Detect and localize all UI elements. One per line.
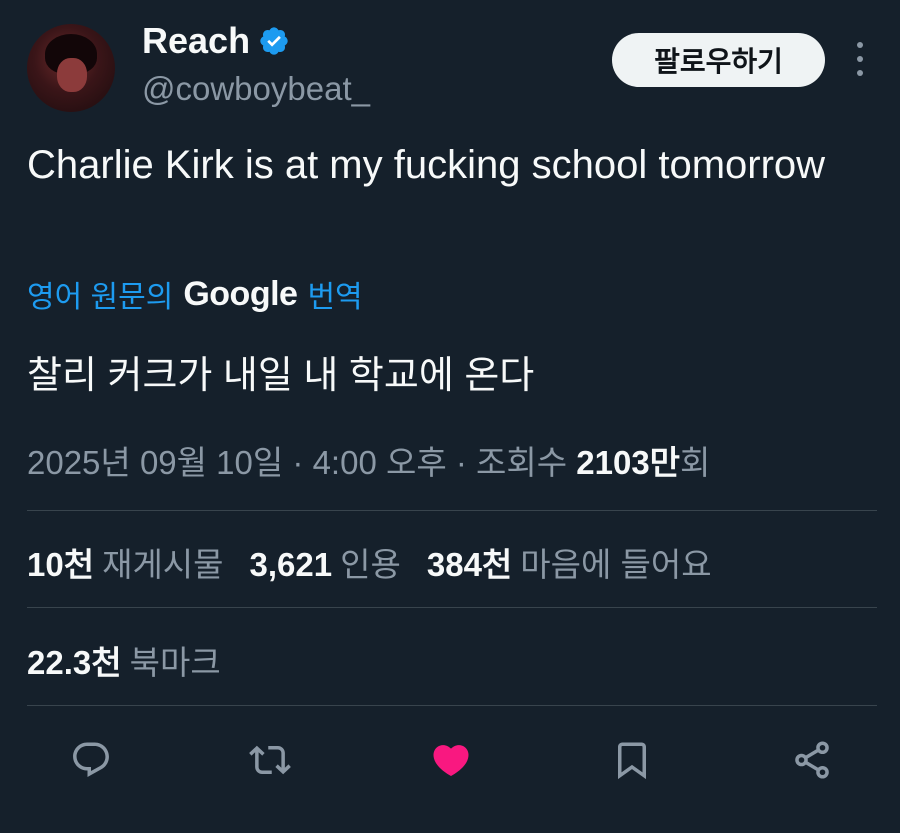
bookmark-icon	[618, 742, 646, 780]
author-handle[interactable]: @cowboybeat_	[142, 70, 370, 108]
quotes-stat[interactable]: 3,621 인용	[250, 538, 401, 586]
bookmark-button[interactable]	[610, 738, 654, 782]
quotes-label: 인용	[340, 546, 401, 583]
repost-button[interactable]	[248, 738, 292, 782]
divider	[27, 705, 877, 706]
more-vertical-icon[interactable]	[850, 42, 870, 76]
avatar[interactable]	[27, 24, 115, 112]
repost-icon	[249, 745, 291, 775]
reply-button[interactable]	[69, 738, 113, 782]
tweet-text: Charlie Kirk is at my fucking school tom…	[27, 143, 826, 187]
translation-prefix: 영어 원문의	[27, 281, 174, 314]
translation-link[interactable]: 영어 원문의 Google 번역	[27, 272, 363, 316]
display-name[interactable]: Reach	[142, 20, 290, 62]
tweet-meta: 2025년 09월 10일 · 4:00 오후 · 조회수 2103만회	[27, 436, 710, 484]
action-bar	[0, 730, 900, 790]
divider	[27, 510, 877, 511]
quotes-count: 3,621	[249, 546, 333, 583]
follow-button[interactable]: 팔로우하기	[612, 33, 825, 87]
divider	[27, 607, 877, 608]
bookmarks-stat[interactable]: 22.3천 북마크	[27, 636, 221, 684]
view-count: 2103만	[576, 444, 681, 481]
likes-label: 마음에 들어요	[520, 546, 712, 583]
reposts-stat[interactable]: 10천 재게시물	[27, 538, 224, 586]
likes-count: 384천	[426, 546, 513, 583]
engagement-stats: 10천 재게시물 3,621 인용 384천 마음에 들어요	[27, 538, 712, 586]
translation-suffix: 번역	[307, 281, 363, 314]
view-count-suffix: 회	[680, 444, 711, 481]
heart-icon	[433, 745, 469, 777]
avatar-face	[57, 58, 87, 92]
bookmarks-count: 22.3천	[27, 644, 122, 681]
like-button[interactable]	[429, 738, 473, 782]
share-button[interactable]	[790, 738, 834, 782]
reposts-count: 10천	[27, 546, 95, 583]
likes-stat[interactable]: 384천 마음에 들어요	[427, 538, 712, 586]
translated-text: 찰리 커크가 내일 내 학교에 온다	[27, 355, 535, 397]
share-icon	[795, 741, 829, 779]
bookmarks-label: 북마크	[129, 644, 221, 681]
reply-icon	[73, 742, 109, 777]
display-name-text: Reach	[142, 20, 251, 61]
verified-badge-icon	[260, 27, 288, 55]
reposts-label: 재게시물	[102, 546, 224, 583]
google-logo: Google	[183, 274, 298, 313]
timestamp[interactable]: 2025년 09월 10일 · 4:00 오후 · 조회수	[27, 444, 567, 481]
